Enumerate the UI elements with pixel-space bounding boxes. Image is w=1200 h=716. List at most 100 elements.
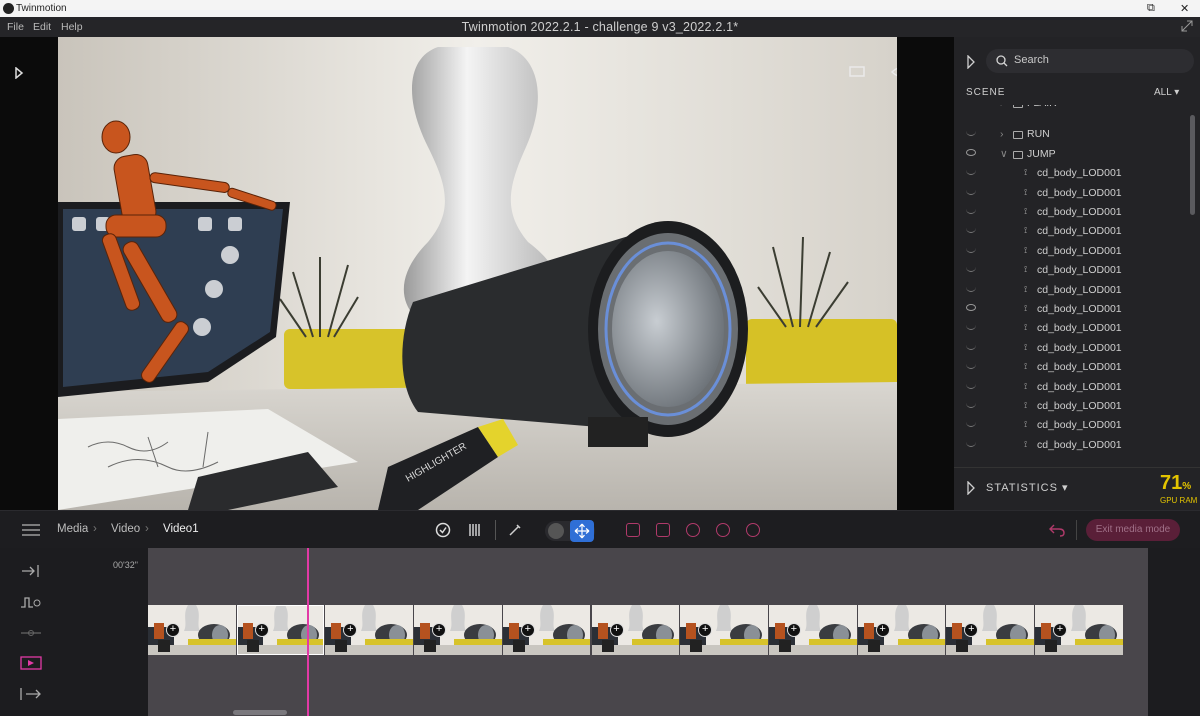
scene-tree-folder[interactable]: › RUN [954, 126, 1190, 145]
scene-tree-item[interactable]: ⟟ cd_body_LOD001 [954, 301, 1190, 320]
scene-tree-item[interactable]: ⟟ cd_body_LOD001 [954, 243, 1190, 262]
mesh-icon: ⟟ [1024, 283, 1028, 294]
export-icon[interactable] [20, 687, 42, 701]
add-transition-icon[interactable]: + [166, 623, 180, 637]
animation-curve-icon[interactable] [20, 595, 42, 609]
eye-visible-icon[interactable] [966, 304, 976, 311]
eye-hidden-icon[interactable] [966, 130, 976, 137]
menu-edit[interactable]: Edit [33, 21, 51, 33]
eye-hidden-icon[interactable] [966, 208, 976, 214]
eye-hidden-icon[interactable] [966, 363, 976, 370]
add-keyframe-icon[interactable] [626, 523, 640, 537]
scene-tree-item[interactable]: ⟟ cd_body_LOD001 [954, 379, 1190, 398]
scene-tree-item-label: cd_body_LOD001 [1037, 341, 1122, 354]
search-input[interactable]: Search [986, 49, 1194, 73]
scene-tree-folder[interactable]: › FLAIR [954, 105, 1190, 114]
statistics-section[interactable]: STATISTICS ▾ 71% GPU RAM [954, 467, 1200, 510]
scene-tree-item-label: cd_body_LOD001 [1037, 438, 1122, 451]
viewport-render: HIGHLIGHTER [58, 37, 897, 510]
clip-camera-icon [690, 640, 703, 652]
eye-hidden-icon[interactable] [966, 441, 976, 447]
mesh-icon: ⟟ [1024, 419, 1028, 430]
eye-hidden-icon[interactable] [966, 227, 976, 234]
mesh-icon: ⟟ [1024, 303, 1028, 313]
scene-tree-item[interactable]: ⟟ cd_body_LOD001 [954, 437, 1190, 456]
scene-tree-item[interactable]: ⟟ cd_body_LOD001 [954, 262, 1190, 281]
scene-scrollbar[interactable] [1190, 115, 1195, 215]
viewport-left-margin [0, 37, 58, 510]
orbit-mode-icon[interactable] [548, 523, 564, 539]
undo-icon[interactable] [1049, 523, 1065, 537]
keyframe-line-icon[interactable] [20, 626, 42, 640]
eye-hidden-icon[interactable] [966, 266, 976, 273]
eye-visible-icon[interactable] [966, 148, 976, 156]
menu-file[interactable]: File [7, 21, 24, 33]
scene-label: SCENE [966, 87, 1006, 98]
checkmark-icon[interactable] [435, 522, 451, 538]
add-transition-icon[interactable]: + [609, 623, 624, 637]
add-transition-icon[interactable]: + [875, 623, 890, 637]
expand-statistics-icon[interactable] [966, 481, 976, 495]
scene-tree-item[interactable]: ⟟ cd_body_LOD001 [954, 282, 1190, 301]
breadcrumb-media[interactable]: Media [57, 523, 88, 535]
eye-hidden-icon[interactable] [966, 286, 976, 292]
scene-tree-item[interactable]: ⟟ cd_body_LOD001 [954, 398, 1190, 417]
statistics-label[interactable]: STATISTICS ▾ [986, 481, 1069, 494]
eye-hidden-icon[interactable] [966, 421, 976, 428]
breadcrumb-video[interactable]: Video [111, 523, 140, 535]
move-mode-icon[interactable] [570, 520, 594, 542]
eye-hidden-icon[interactable] [966, 169, 976, 176]
eye-hidden-icon[interactable] [966, 247, 976, 253]
eyedropper-icon[interactable] [508, 523, 522, 537]
play-icon[interactable] [716, 523, 730, 537]
scene-tree-item[interactable]: ⟟ cd_body_LOD001 [954, 204, 1190, 223]
aspect-ratio-icon[interactable] [848, 65, 866, 79]
eye-visibility-icon[interactable] [890, 65, 897, 79]
add-transition-icon[interactable]: + [254, 623, 269, 637]
playhead[interactable] [307, 548, 309, 716]
scene-tree-folder[interactable]: ∨ JUMP [954, 146, 1190, 165]
close-window-icon[interactable]: ✕ [1180, 2, 1189, 15]
eye-hidden-icon[interactable] [966, 402, 976, 408]
fullscreen-icon[interactable] [1181, 20, 1193, 32]
breadcrumb-video1[interactable]: Video1 [163, 523, 199, 535]
scene-tree-item[interactable]: ⟟ cd_body_LOD001 [954, 417, 1190, 436]
add-transition-icon[interactable]: + [520, 623, 535, 637]
scene-tree-item[interactable]: ⟟ cd_body_LOD001 [954, 359, 1190, 378]
scene-tree-item[interactable]: ⟟ cd_body_LOD001 [954, 185, 1190, 204]
timeline-track[interactable]: + + + + + + + + + + + [148, 548, 1148, 716]
chevron-down-icon[interactable]: ∨ [1000, 148, 1008, 160]
scene-filter-dropdown[interactable]: ALL ▾ [1154, 87, 1179, 98]
scene-tree-item-label: cd_body_LOD001 [1037, 225, 1122, 238]
scene-tree-item[interactable]: ⟟ cd_body_LOD001 [954, 165, 1190, 184]
clip-camera-icon [424, 640, 437, 652]
3d-viewport[interactable]: HIGHLIGHTER [58, 37, 897, 510]
hamburger-menu-icon[interactable] [22, 524, 40, 536]
film-frames-icon[interactable] [468, 523, 482, 537]
timeline-scrollbar[interactable] [233, 710, 287, 715]
chevron-right-icon[interactable]: › [1000, 105, 1004, 109]
restore-window-icon[interactable]: ⧉ [1147, 2, 1155, 15]
folder-icon [1013, 105, 1023, 108]
chevron-right-icon[interactable]: › [1000, 128, 1004, 140]
menu-help[interactable]: Help [61, 21, 83, 33]
os-app-name: Twinmotion [16, 3, 67, 14]
add-transition-icon[interactable]: + [432, 623, 447, 637]
exit-media-mode-button[interactable]: Exit media mode [1086, 519, 1180, 541]
eye-hidden-icon[interactable] [966, 324, 976, 331]
collapse-panel-icon[interactable] [966, 55, 976, 69]
eye-hidden-icon[interactable] [966, 383, 976, 389]
eye-hidden-icon[interactable] [966, 344, 976, 350]
video-clip-icon[interactable] [20, 656, 42, 670]
add-transition-icon[interactable]: + [786, 623, 801, 637]
scene-tree-item[interactable]: ⟟ cd_body_LOD001 [954, 320, 1190, 339]
import-icon[interactable] [20, 564, 42, 578]
scene-tree-item[interactable]: ⟟ cd_body_LOD001 [954, 340, 1190, 359]
split-clip-icon[interactable] [656, 523, 670, 537]
previous-keyframe-icon[interactable] [686, 523, 700, 537]
eye-hidden-icon[interactable] [966, 189, 976, 195]
expand-left-panel-icon[interactable] [14, 67, 24, 79]
next-keyframe-icon[interactable] [746, 523, 760, 537]
add-transition-icon[interactable]: + [1053, 623, 1067, 637]
scene-tree-item[interactable]: ⟟ cd_body_LOD001 [954, 223, 1190, 242]
